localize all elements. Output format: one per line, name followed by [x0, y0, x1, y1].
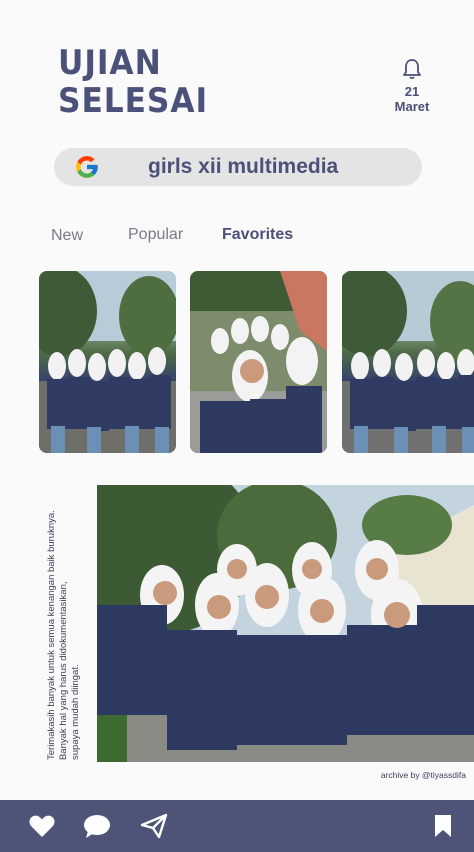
tab-favorites[interactable]: Favorites	[222, 226, 293, 244]
caption-line-3: supaya mudah diingat.	[70, 664, 81, 760]
caption-line-2: Banyak hal yang harus didokumentasikan,	[58, 581, 69, 760]
heart-icon[interactable]	[28, 813, 56, 839]
google-icon	[76, 156, 98, 178]
bookmark-icon[interactable]	[432, 813, 454, 839]
caption-line-1: Terimakasih banyak untuk semua kenangan …	[46, 510, 57, 760]
date-month: Maret	[394, 99, 430, 114]
bell-icon[interactable]	[402, 58, 422, 80]
photo-thumbnail-3[interactable]	[342, 271, 474, 453]
tab-bar: New Popular Favorites	[0, 222, 474, 250]
tab-new[interactable]: New	[51, 227, 83, 245]
photo-thumbnail-2[interactable]	[190, 271, 327, 453]
header: UJIAN SELESAI 21 Maret	[0, 0, 474, 140]
logo-line-2: SELESAI	[58, 81, 209, 121]
photo-thumbnail-1[interactable]	[39, 271, 176, 453]
search-query[interactable]: girls xii multimedia	[148, 155, 338, 179]
photo-caption: Terimakasih banyak untuk semua kenangan …	[40, 494, 90, 764]
featured-photo[interactable]	[97, 485, 474, 762]
search-bar[interactable]: girls xii multimedia	[54, 148, 422, 186]
archive-credit: archive by @tiyassdifa	[380, 770, 466, 780]
logo-line-1: UJIAN	[58, 43, 162, 83]
app-logo: UJIAN SELESAI	[58, 44, 208, 120]
date-day: 21	[404, 84, 420, 99]
date-notification[interactable]: 21 Maret	[390, 58, 434, 114]
bottom-action-bar	[0, 800, 474, 852]
send-icon[interactable]	[140, 813, 168, 839]
chat-bubble-icon[interactable]	[83, 813, 111, 839]
tab-popular[interactable]: Popular	[128, 226, 183, 244]
